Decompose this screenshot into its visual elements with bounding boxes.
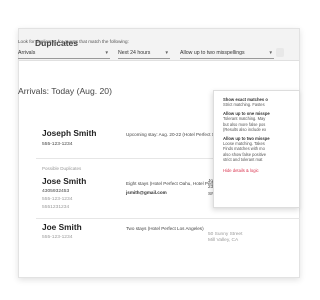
- duplicate-name[interactable]: Joe Smith: [42, 222, 82, 232]
- duplicate-phone: 555-123-1234: [42, 197, 73, 202]
- matching-details-popover: Show exact matches o Strict matching. Fa…: [213, 90, 300, 208]
- section-title: Arrivals: Today (Aug. 20): [18, 86, 112, 96]
- hide-details-link[interactable]: Hide details & logic: [223, 168, 293, 173]
- chevron-down-icon: ▼: [268, 50, 273, 55]
- time-window-select[interactable]: Next 24 hours ▼: [118, 47, 170, 59]
- misspellings-value: Allow up to two misspellings: [180, 50, 245, 56]
- option-description: Strict matching. Fastes: [223, 102, 293, 107]
- filter-bar: Arrivals ▼ Next 24 hours ▼ Allow up to t…: [14, 47, 300, 61]
- option-description-line: Strict matching. Fastes: [223, 102, 265, 107]
- time-window-value: Next 24 hours: [118, 50, 151, 56]
- duplicate-email: jsmith@gmail.com: [126, 190, 167, 195]
- option-description-line: (Results also include ex: [223, 126, 267, 132]
- option-description: Loose matching. Takes Finds matches with…: [223, 141, 293, 162]
- guest-name[interactable]: Joseph Smith: [42, 128, 96, 138]
- duplicate-address: 50 Sunny Street Mill Valley, CA: [208, 232, 242, 245]
- chevron-down-icon: ▼: [104, 50, 109, 55]
- arrivals-select-value: Arrivals: [18, 50, 36, 56]
- guest-stay: Upcoming stay: Aug. 20-22 (Hotel Perfect…: [126, 132, 213, 137]
- misspellings-select[interactable]: Allow up to two misspellings ▼: [180, 47, 274, 59]
- arrivals-select[interactable]: Arrivals ▼: [18, 47, 110, 59]
- duplicate-phone: 4305932453: [42, 189, 70, 194]
- guest-phone: 555-123-1234: [42, 142, 73, 147]
- possible-duplicates-label: Possible Duplicates: [42, 166, 82, 171]
- duplicate-phone: 5551231234: [42, 205, 70, 210]
- instructions-text: Look for duplicates for guests that matc…: [18, 39, 129, 44]
- option-description: Tolerant matching. May but also more fal…: [223, 116, 293, 132]
- option-description-line: strict and tolerant mat: [223, 157, 263, 163]
- chevron-down-icon: ▼: [164, 50, 169, 55]
- help-icon[interactable]: [276, 48, 284, 57]
- duplicate-phone: 555-123-1234: [42, 235, 73, 240]
- row-divider: [36, 218, 300, 219]
- address-line: Mill Valley, CA: [208, 238, 239, 244]
- duplicate-stays: Two stays (Hotel Perfect Los Angeles): [126, 226, 204, 231]
- duplicate-name[interactable]: Jose Smith: [42, 176, 86, 186]
- duplicate-stays: Eight stays (Hotel Perfect Oahu, Hotel P…: [126, 181, 213, 186]
